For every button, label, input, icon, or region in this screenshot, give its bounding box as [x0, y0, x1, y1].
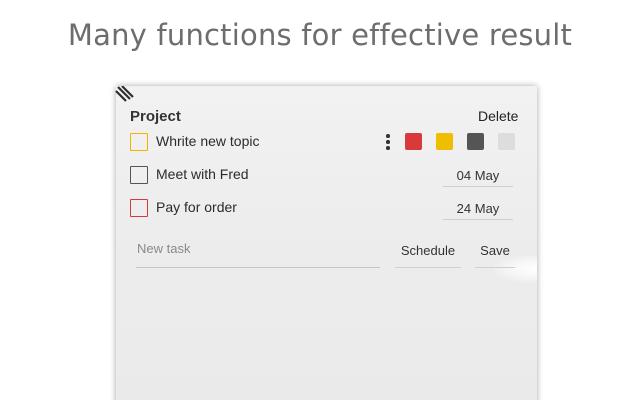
task-checkbox[interactable]	[130, 166, 148, 184]
delete-button[interactable]: Delete	[478, 108, 518, 124]
screenshot: Many functions for effective result Proj…	[0, 0, 640, 400]
headline: Many functions for effective result	[67, 18, 573, 52]
new-task-input[interactable]: New task	[136, 239, 380, 268]
color-swatch-red[interactable]	[405, 133, 422, 150]
task-row: Whrite new topic	[130, 133, 510, 153]
kebab-menu-icon[interactable]	[385, 134, 391, 150]
drag-handle-icon[interactable]	[114, 85, 136, 106]
color-swatch-light-gray[interactable]	[498, 133, 515, 150]
project-title: Project	[130, 108, 181, 125]
task-checkbox[interactable]	[130, 199, 148, 217]
task-row: Meet with Fred 04 May	[130, 166, 520, 187]
task-row: Pay for order 24 May	[130, 199, 520, 220]
color-swatch-yellow[interactable]	[436, 133, 453, 150]
schedule-button[interactable]: Schedule	[395, 243, 461, 268]
save-button[interactable]: Save	[475, 243, 515, 268]
new-task-placeholder: New task	[137, 241, 191, 256]
task-date[interactable]: 24 May	[443, 201, 513, 220]
task-checkbox[interactable]	[130, 133, 148, 151]
task-label[interactable]: Meet with Fred	[156, 166, 249, 182]
color-swatch-dark-gray[interactable]	[467, 133, 484, 150]
task-date[interactable]: 04 May	[443, 168, 513, 187]
task-label[interactable]: Whrite new topic	[156, 133, 259, 149]
task-label[interactable]: Pay for order	[156, 199, 237, 215]
